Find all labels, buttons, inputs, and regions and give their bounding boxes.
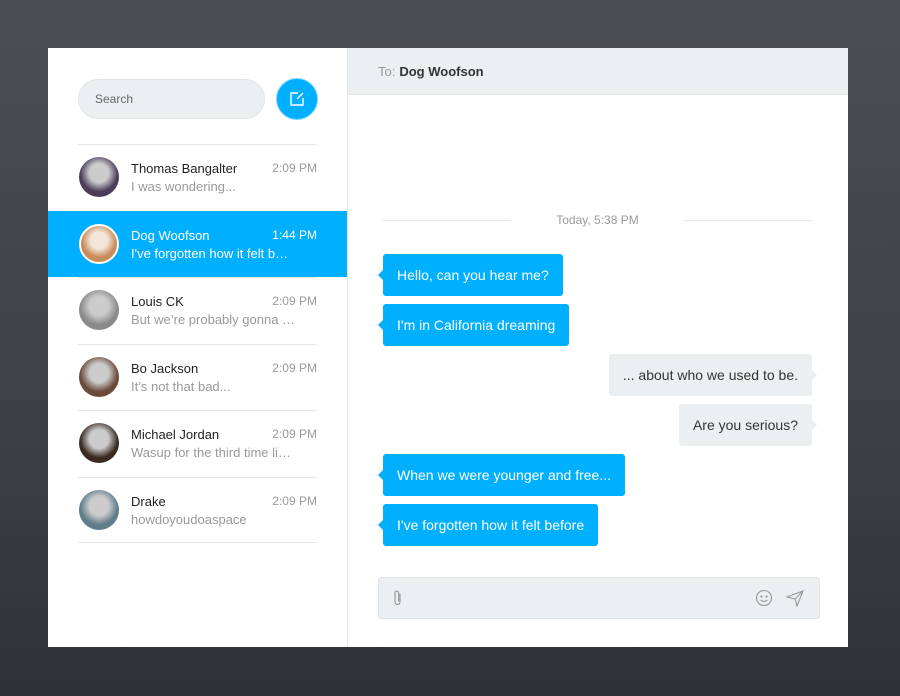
conversation-inner: Dog Woofson 1:44 PM I've forgotten how i… [78, 212, 317, 278]
conversation-item[interactable]: Drake 2:09 PM howdoyoudoaspace [78, 476, 317, 543]
conversation-inner: Drake 2:09 PM howdoyoudoaspace [78, 478, 317, 543]
contact-name: Bo Jackson [131, 360, 199, 376]
compose-icon [290, 92, 304, 106]
recipient-name: Dog Woofson [399, 63, 484, 79]
received-message: When we were younger and free... [377, 454, 626, 496]
avatar [79, 157, 119, 197]
message-preview: I was wondering... [131, 179, 236, 194]
chat-header: To: Dog Woofson [348, 48, 848, 95]
sent-message: Are you serious? [678, 404, 818, 446]
sent-message: ... about who we used to be. [608, 354, 818, 396]
message-input[interactable] [378, 577, 820, 619]
received-message: I'm in California dreaming [377, 304, 570, 346]
date-divider: Today, 5:38 PM [383, 213, 812, 227]
avatar [79, 223, 119, 264]
conversation-list: Thomas Bangalter 2:09 PM I was wondering… [48, 144, 347, 543]
received-message: Hello, can you hear me? [378, 254, 563, 296]
chat-panel: To: Dog Woofson Today, 5:38 PM Hello, can… [348, 48, 848, 647]
message-preview: howdoyoudoaspace [131, 511, 247, 527]
message-time: 2:09 PM [272, 294, 317, 308]
conversation-item[interactable]: Thomas Bangalter 2:09 PM I was wondering… [78, 144, 317, 211]
conversation-item[interactable]: Michael Jordan 2:09 PM Wasup for the thi… [78, 410, 317, 477]
avatar [79, 290, 119, 330]
contact-name: Dog Woofson [131, 227, 210, 243]
compose-button[interactable] [276, 78, 318, 120]
contact-name: Michael Jordan [131, 427, 220, 442]
received-message: I've forgotten how it felt before [377, 504, 599, 546]
message-time: 2:09 PM [272, 360, 317, 375]
messenger-window: Search Thomas Bangalter 2:09 PM I was wo… [48, 48, 848, 647]
message-time: 2:09 PM [272, 493, 317, 508]
conversation-inner: Louis CK 2:09 PM But we’re probably gonn… [78, 278, 317, 344]
search-placeholder: Search [95, 92, 134, 106]
emoji-icon[interactable] [755, 589, 773, 607]
search-input[interactable]: Search [78, 79, 265, 119]
conversation-item[interactable]: Dog Woofson 1:44 PM I've forgotten how i… [48, 210, 347, 278]
to-label: To: [378, 63, 396, 79]
conversation-inner: Michael Jordan 2:09 PM Wasup for the thi… [78, 411, 317, 477]
contact-name: Drake [131, 493, 166, 509]
avatar [79, 423, 119, 463]
contact-name: Louis CK [131, 294, 184, 309]
contact-name: Thomas Bangalter [131, 161, 238, 176]
sidebar: Search Thomas Bangalter 2:09 PM I was wo… [48, 48, 348, 647]
conversation-item[interactable]: Bo Jackson 2:09 PM It’s not that bad... [78, 343, 317, 411]
conversation-inner: Bo Jackson 2:09 PM It’s not that bad... [78, 345, 317, 411]
avatar [79, 356, 119, 397]
message-preview: It’s not that bad... [131, 378, 231, 394]
conversation-inner: Thomas Bangalter 2:09 PM I was wondering… [78, 145, 317, 211]
message-preview: But we’re probably gonna … [131, 312, 296, 327]
message-preview: Wasup for the third time li… [131, 445, 291, 460]
message-time: 1:44 PM [272, 227, 317, 242]
paperclip-icon[interactable] [391, 589, 405, 607]
avatar [79, 489, 119, 530]
conversation-item[interactable]: Louis CK 2:09 PM But we’re probably gonn… [78, 277, 317, 344]
message-time: 2:09 PM [272, 161, 317, 175]
send-icon[interactable] [786, 589, 804, 607]
message-time: 2:09 PM [272, 427, 317, 441]
message-preview: I've forgotten how it felt b… [131, 245, 289, 261]
